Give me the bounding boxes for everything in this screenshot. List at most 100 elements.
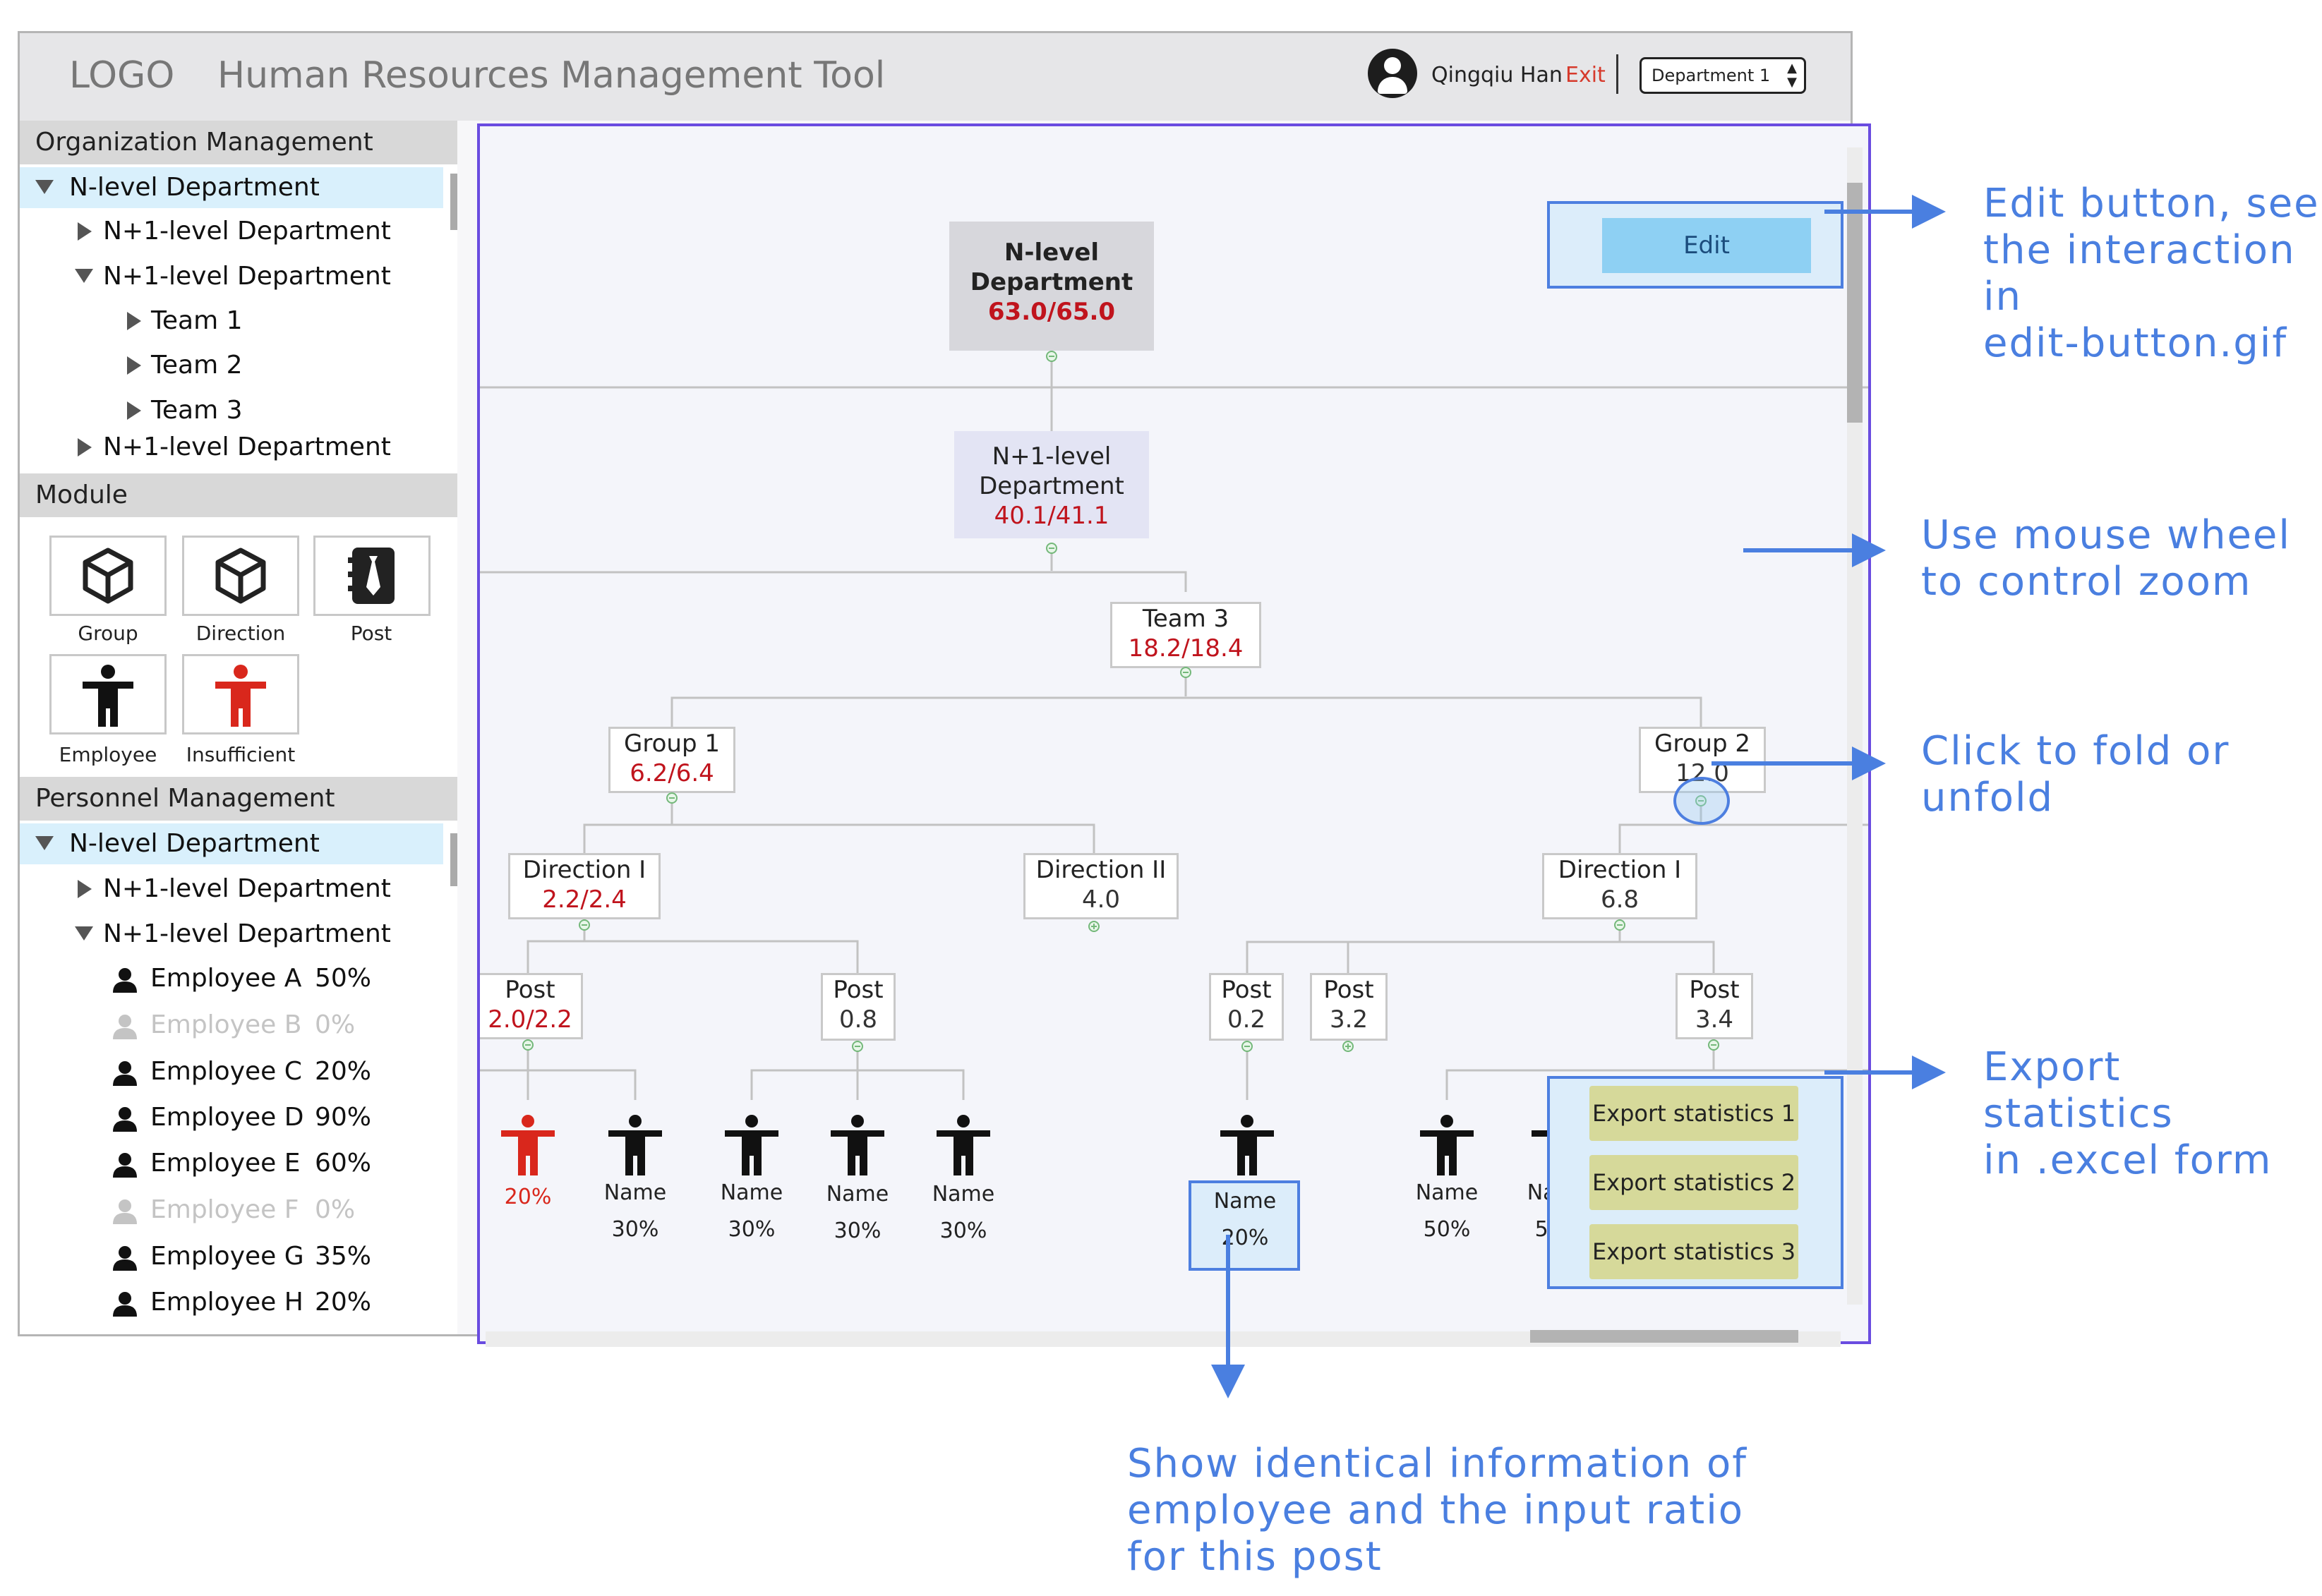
fold-toggle-icon[interactable] xyxy=(579,919,590,931)
sidebar: Organization Management N-level Departme… xyxy=(20,121,457,1334)
expanded-arrow-icon[interactable] xyxy=(35,836,54,850)
node-post[interactable]: Post 0.2 xyxy=(1209,973,1284,1041)
node-direction-ii[interactable]: Direction II 4.0 xyxy=(1023,853,1179,919)
person-ratio: 30% xyxy=(939,1219,987,1243)
person-icon[interactable] xyxy=(723,1114,780,1178)
export-statistics-2-button[interactable]: Export statistics 2 xyxy=(1589,1155,1798,1210)
updown-arrow-icon: ▲ ▼ xyxy=(1787,61,1797,90)
collapsed-arrow-icon[interactable] xyxy=(127,401,141,420)
fold-toggle-icon[interactable] xyxy=(1614,919,1625,931)
node-value: 3.2 xyxy=(1329,1005,1368,1034)
fold-toggle-icon[interactable] xyxy=(522,1039,534,1051)
node-post[interactable]: Post 3.4 xyxy=(1676,973,1753,1039)
app-title: Human Resources Management Tool xyxy=(217,54,886,97)
node-n-level-department[interactable]: N-level Department 63.0/65.0 xyxy=(949,222,1154,351)
fold-toggle-icon[interactable] xyxy=(1241,1041,1253,1052)
fold-toggle-icon[interactable] xyxy=(1046,351,1057,362)
person-ratio: 20% xyxy=(504,1185,552,1209)
selected-person-info[interactable]: Name 20% xyxy=(1189,1180,1300,1271)
sidebar-scrollbar[interactable] xyxy=(450,833,457,886)
expanded-arrow-icon[interactable] xyxy=(75,926,93,941)
expanded-arrow-icon[interactable] xyxy=(35,180,54,194)
personnel-management-header[interactable]: Personnel Management xyxy=(20,777,457,821)
export-statistics-1-button[interactable]: Export statistics 1 xyxy=(1589,1086,1798,1141)
person-icon[interactable] xyxy=(1219,1114,1275,1178)
personnel-tree-n-level[interactable]: N-level Department xyxy=(20,823,443,864)
person-ratio: 20% xyxy=(1221,1226,1269,1250)
org-tree-n-level[interactable]: N-level Department xyxy=(20,167,443,208)
org-management-header[interactable]: Organization Management xyxy=(20,121,457,164)
node-post[interactable]: Post 3.2 xyxy=(1310,973,1388,1041)
app-window: LOGO Human Resources Management Tool Qin… xyxy=(18,31,1871,1347)
horizontal-scrollbar-thumb[interactable] xyxy=(1530,1330,1798,1343)
org-tree-n1-level[interactable]: N+1-level Department xyxy=(20,256,443,297)
module-group[interactable] xyxy=(49,536,167,616)
person-icon[interactable] xyxy=(607,1114,663,1178)
employee-ratio: 20% xyxy=(315,1288,372,1317)
employee-row[interactable]: Employee G 35% xyxy=(20,1235,443,1278)
collapsed-arrow-icon[interactable] xyxy=(127,356,141,375)
org-tree-team[interactable]: Team 3 xyxy=(20,390,443,431)
edit-button[interactable]: Edit xyxy=(1602,218,1811,273)
person-icon[interactable] xyxy=(1419,1114,1475,1178)
org-tree-team[interactable]: Team 1 xyxy=(20,301,443,341)
node-title: Department xyxy=(979,472,1124,500)
module-direction[interactable] xyxy=(182,536,299,616)
employee-row[interactable]: Employee C 20% xyxy=(20,1051,443,1093)
tree-label: Team 2 xyxy=(151,351,243,380)
annotation-fold: Click to fold or unfold xyxy=(1921,728,2230,821)
node-n1-level-department[interactable]: N+1-level Department 40.1/41.1 xyxy=(954,431,1149,538)
employee-row[interactable]: Employee F 0% xyxy=(20,1189,443,1231)
node-team-3[interactable]: Team 3 18.2/18.4 xyxy=(1110,602,1261,668)
employee-row[interactable]: Employee A 50% xyxy=(20,957,443,1000)
collapsed-arrow-icon[interactable] xyxy=(78,880,92,898)
fold-toggle-icon[interactable] xyxy=(1708,1039,1719,1051)
employee-row[interactable]: Employee D 90% xyxy=(20,1096,443,1139)
org-chart-canvas[interactable]: N-level Department 63.0/65.0 N+1-level D… xyxy=(477,123,1871,1344)
employee-row[interactable]: Employee E 60% xyxy=(20,1142,443,1185)
vertical-scrollbar-thumb[interactable] xyxy=(1847,183,1863,423)
avatar-icon[interactable] xyxy=(1368,49,1417,98)
employee-row[interactable]: Employee B 0% xyxy=(20,1004,443,1046)
person-icon[interactable] xyxy=(935,1114,992,1178)
unfold-toggle-icon[interactable] xyxy=(1088,921,1100,932)
fold-toggle-icon[interactable] xyxy=(1046,543,1057,554)
node-post[interactable]: Post 2.0/2.2 xyxy=(480,973,583,1039)
annotation-line: unfold xyxy=(1921,775,2055,821)
person-name: Name xyxy=(826,1182,889,1207)
collapsed-arrow-icon[interactable] xyxy=(78,438,92,457)
fold-highlight[interactable] xyxy=(1673,777,1730,825)
module-post[interactable] xyxy=(313,536,431,616)
fold-toggle-icon[interactable] xyxy=(852,1041,863,1052)
user-icon xyxy=(113,1246,137,1271)
user-icon xyxy=(113,1107,137,1132)
personnel-tree-n1-level[interactable]: N+1-level Department xyxy=(20,869,443,909)
tree-label: Team 3 xyxy=(151,396,243,425)
unfold-toggle-icon[interactable] xyxy=(1342,1041,1354,1052)
person-icon[interactable] xyxy=(829,1114,886,1178)
tree-label: N+1-level Department xyxy=(103,433,391,461)
node-group-1[interactable]: Group 1 6.2/6.4 xyxy=(608,727,735,793)
org-tree-team[interactable]: Team 2 xyxy=(20,345,443,386)
person-icon xyxy=(215,665,266,727)
department-select[interactable]: Department 1 ▲ ▼ xyxy=(1640,57,1806,94)
node-direction-i[interactable]: Direction I 6.8 xyxy=(1542,853,1697,919)
employee-row[interactable]: Employee H 20% xyxy=(20,1281,443,1324)
module-employee[interactable] xyxy=(49,654,167,734)
module-insufficient[interactable] xyxy=(182,654,299,734)
collapsed-arrow-icon[interactable] xyxy=(78,222,92,241)
sidebar-scrollbar[interactable] xyxy=(450,174,457,230)
expanded-arrow-icon[interactable] xyxy=(75,269,93,283)
fold-toggle-icon[interactable] xyxy=(666,792,678,804)
export-statistics-3-button[interactable]: Export statistics 3 xyxy=(1589,1224,1798,1279)
org-tree-n1-level[interactable]: N+1-level Department xyxy=(20,211,443,252)
fold-toggle-icon[interactable] xyxy=(1180,667,1191,678)
personnel-tree-n1-level[interactable]: N+1-level Department xyxy=(20,914,443,955)
node-direction-i[interactable]: Direction I 2.2/2.4 xyxy=(508,853,661,919)
org-tree-n1-level[interactable]: N+1-level Department xyxy=(20,427,443,468)
exit-link[interactable]: Exit xyxy=(1565,63,1606,87)
module-header[interactable]: Module xyxy=(20,473,457,517)
insufficient-person-icon[interactable] xyxy=(500,1114,556,1178)
collapsed-arrow-icon[interactable] xyxy=(127,312,141,330)
node-post[interactable]: Post 0.8 xyxy=(821,973,896,1041)
